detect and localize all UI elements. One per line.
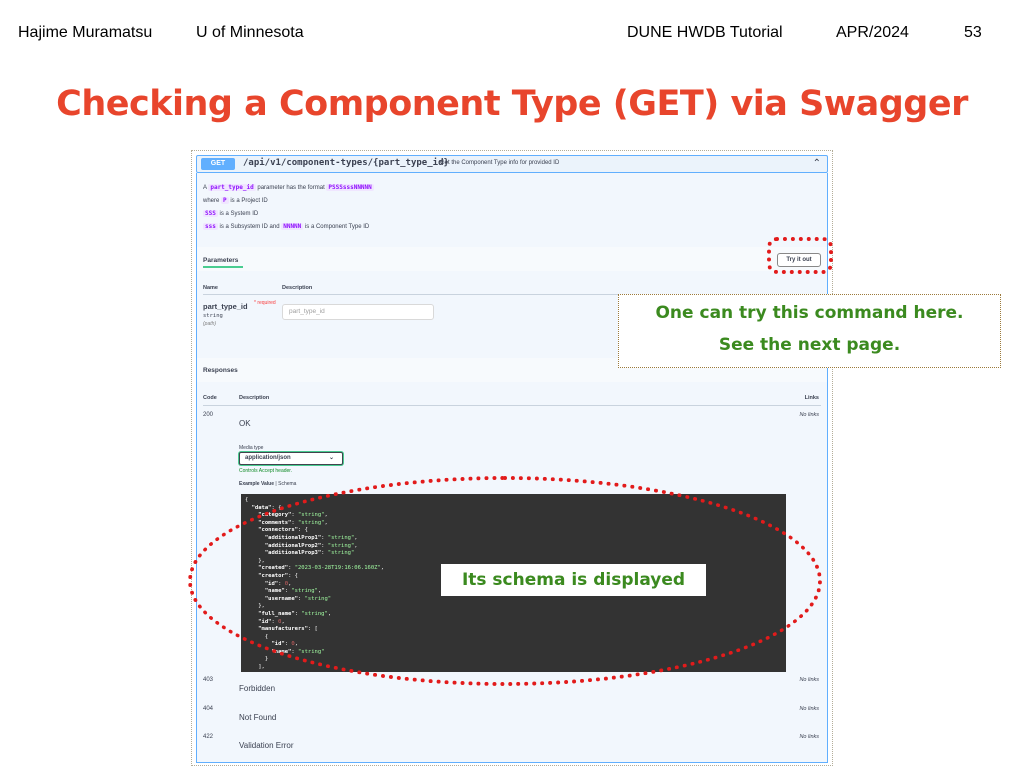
inline-code: PSSSsssNNNNN <box>326 184 374 191</box>
method-badge: GET <box>201 158 235 170</box>
response-desc-200: OK <box>239 419 251 428</box>
response-code-403: 403 <box>203 677 214 683</box>
response-links-403: No links <box>799 677 819 683</box>
operation-path: /api/v1/component-types/{part_type_id} <box>243 158 449 168</box>
responses-label: Responses <box>203 367 238 374</box>
author-name: Hajime Muramatsu <box>18 24 153 41</box>
response-desc-404: Not Found <box>239 713 277 722</box>
callout-line-1: One can try this command here. <box>655 303 964 323</box>
inline-code: NNNNN <box>281 223 304 230</box>
description-line-3: SSS is a System ID <box>203 210 259 217</box>
institution-name: U of Minnesota <box>196 24 304 41</box>
parameters-tab-underline <box>203 266 243 268</box>
schema-displayed-label: Its schema is displayed <box>441 564 706 596</box>
param-required-marker: * required <box>254 300 276 306</box>
divider <box>203 405 821 406</box>
controls-accept-note: Controls Accept header. <box>239 468 293 474</box>
column-header-name: Name <box>203 285 218 291</box>
try-command-callout: One can try this command here. See the n… <box>618 294 1001 368</box>
param-location: (path) <box>203 321 217 327</box>
try-it-out-highlight <box>767 237 833 274</box>
media-type-select[interactable]: application/json ⌄ <box>239 452 343 465</box>
example-schema-tabs: Example Value | Schema <box>239 481 297 487</box>
schema-tab[interactable]: Schema <box>278 481 296 487</box>
response-links-404: No links <box>799 706 819 712</box>
media-type-label: Media type <box>239 445 264 451</box>
media-type-value: application/json <box>245 455 291 461</box>
response-links-422: No links <box>799 734 819 740</box>
inline-code: sss <box>203 223 218 230</box>
column-header-code: Code <box>203 395 217 401</box>
part-type-id-input[interactable]: part_type_id <box>282 304 434 320</box>
response-code-200: 200 <box>203 412 214 418</box>
response-code-422: 422 <box>203 734 214 740</box>
description-line-1: A part_type_id parameter has the format … <box>203 184 374 191</box>
chevron-down-icon: ⌄ <box>328 455 334 461</box>
column-header-description: Description <box>282 285 313 291</box>
slide-title: Checking a Component Type (GET) via Swag… <box>56 84 968 124</box>
param-type: string <box>203 313 223 319</box>
chevron-up-icon[interactable]: ⌃ <box>813 158 821 169</box>
operation-summary: Get the Component Type info for provided… <box>440 160 560 166</box>
description-line-2: where P is a Project ID <box>203 197 268 204</box>
column-header-description: Description <box>239 395 270 401</box>
description-line-4: sss is a Subsystem ID and NNNNN is a Com… <box>203 223 370 230</box>
inline-code: SSS <box>203 210 218 217</box>
talk-date: APR/2024 <box>836 24 909 41</box>
column-header-links: Links <box>804 395 819 401</box>
callout-line-2: See the next page. <box>718 335 901 355</box>
response-links-200: No links <box>799 412 819 418</box>
page-number: 53 <box>964 24 982 41</box>
example-value-tab[interactable]: Example Value <box>239 481 274 487</box>
response-code-404: 404 <box>203 706 214 712</box>
talk-title: DUNE HWDB Tutorial <box>627 24 783 41</box>
response-desc-403: Forbidden <box>239 684 276 693</box>
inline-code: P <box>221 197 229 204</box>
parameters-section-header <box>197 247 827 271</box>
parameters-tab[interactable]: Parameters <box>203 257 238 264</box>
param-name: part_type_id <box>203 302 248 311</box>
inline-code: part_type_id <box>208 184 256 191</box>
response-desc-422: Validation Error <box>239 741 294 750</box>
operation-header[interactable]: GET /api/v1/component-types/{part_type_i… <box>196 155 828 173</box>
